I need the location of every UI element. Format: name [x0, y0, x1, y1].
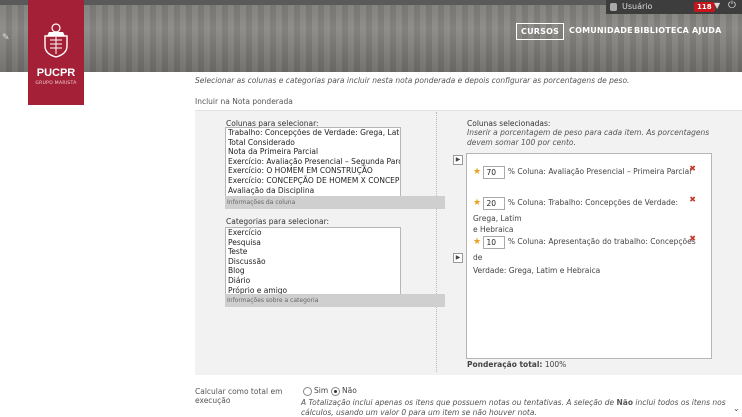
category-option[interactable]: Teste — [226, 247, 400, 257]
user-name[interactable]: Usuário — [622, 2, 652, 11]
selected-item-name-cont: Verdade: Grega, Latim e Hebraica — [473, 266, 601, 275]
columns-listbox[interactable]: Trabalho: Concepções de Verdade: Grega, … — [225, 127, 401, 197]
selected-columns-hint: Inserir a porcentagem de peso para cada … — [467, 128, 710, 147]
category-option[interactable]: Diário — [226, 276, 400, 286]
nav-cursos[interactable]: CURSOS — [516, 23, 565, 40]
selected-item-label: % Coluna: — [507, 237, 546, 246]
selected-item: ★ 10 % Coluna: Apresentação do trabalho:… — [473, 234, 703, 277]
column-option[interactable]: Exercício: Avaliação Presencial – Segund… — [226, 157, 400, 167]
logo-text: PUCPR — [36, 67, 76, 79]
total-label: Ponderação total: — [467, 360, 543, 369]
running-total-label: Calcular como total em execução — [195, 387, 283, 405]
logo-subtext: GRUPO MARISTA — [35, 81, 77, 86]
column-option[interactable]: Total Considerado — [226, 138, 400, 148]
categories-listbox[interactable]: Exercício Pesquisa Teste Discussão Blog … — [225, 227, 401, 296]
chevron-down-icon[interactable]: ⌄ — [733, 404, 740, 413]
columns-info-bar: Informações da coluna — [225, 196, 445, 209]
radio-sim-label: Sim — [314, 386, 329, 395]
user-bar[interactable]: Usuário 118 ▼ ⏻ — [606, 0, 742, 14]
add-category-button[interactable]: ▶ — [453, 253, 463, 263]
total-weighting: Ponderação total: 100% — [467, 360, 566, 369]
add-column-button[interactable]: ▶ — [453, 155, 463, 165]
percent-input[interactable]: 70 — [483, 165, 506, 179]
user-icon — [610, 3, 617, 11]
categories-info-bar: Informações sobre a categoria — [225, 294, 445, 307]
remove-icon[interactable]: ✖ — [689, 161, 696, 177]
edit-icon[interactable]: ✎ — [2, 33, 10, 43]
selected-columns-box: ★ 70 % Coluna: Avaliação Presencial – Pr… — [466, 153, 712, 359]
selected-item-label: % Coluna: — [507, 167, 546, 176]
column-option[interactable]: Exercício: O HOMEM EM CONSTRUÇÃO — [226, 166, 400, 176]
percent-input[interactable]: 20 — [483, 196, 506, 210]
column-option[interactable]: Trabalho: Concepções de Verdade: Grega, … — [226, 128, 400, 138]
nav-biblioteca[interactable]: BIBLIOTECA — [634, 26, 689, 35]
nav-comunidade[interactable]: COMUNIDADE — [569, 26, 633, 35]
intro-text: Selecionar as colunas e categorias para … — [195, 76, 630, 85]
running-total-help: A Totalização inclui apenas os itens que… — [301, 398, 742, 417]
category-option[interactable]: Discussão — [226, 257, 400, 267]
total-value: 100% — [544, 360, 567, 369]
selected-item-name: Apresentação do trabalho: Concepções de — [473, 237, 696, 262]
column-option[interactable]: Avaliação da Disciplina — [226, 186, 400, 196]
remove-icon[interactable]: ✖ — [689, 231, 696, 247]
column-option[interactable]: Nota da Primeira Parcial — [226, 147, 400, 157]
categories-label: Categorias para selecionar: — [226, 217, 330, 226]
remove-icon[interactable]: ✖ — [689, 192, 696, 208]
star-icon: ★ — [473, 237, 482, 247]
category-option[interactable]: Pesquisa — [226, 238, 400, 248]
selected-item-label: % Coluna: — [507, 198, 546, 207]
power-icon[interactable]: ⏻ — [728, 0, 736, 11]
category-option[interactable]: Blog — [226, 266, 400, 276]
pucpr-logo[interactable]: PUCPR GRUPO MARISTA — [28, 0, 84, 105]
selected-item-name: Avaliação Presencial – Primeira Parcial — [548, 167, 692, 176]
site-header: Usuário 118 ▼ ⏻ CURSOS COMUNIDADE BIBLIO… — [0, 0, 742, 72]
help-text-1: A Totalização inclui apenas os itens que… — [301, 398, 615, 407]
notification-badge[interactable]: 118 — [694, 2, 715, 12]
help-text-bold: Não — [616, 398, 634, 407]
nav-ajuda[interactable]: AJUDA — [692, 26, 722, 35]
star-icon: ★ — [473, 198, 482, 208]
column-option[interactable]: Exercício: CONCEPÇÃO DE HOMEM X CONCEPÇÃ… — [226, 176, 400, 186]
selected-item: ★ 70 % Coluna: Avaliação Presencial – Pr… — [473, 164, 703, 180]
selected-columns-title: Colunas selecionadas: — [467, 119, 551, 128]
selected-item: ★ 20 % Coluna: Trabalho: Concepções de V… — [473, 195, 703, 235]
panel-divider — [436, 112, 437, 372]
star-icon: ★ — [473, 167, 482, 177]
radio-nao[interactable] — [331, 387, 340, 396]
radio-nao-label: Não — [342, 386, 357, 395]
radio-sim[interactable] — [303, 387, 312, 396]
section-label: Incluir na Nota ponderada — [195, 97, 293, 106]
percent-input[interactable]: 10 — [483, 235, 506, 249]
category-option[interactable]: Exercício — [226, 228, 400, 238]
crest-icon — [44, 23, 68, 58]
chevron-down-icon[interactable]: ▼ — [714, 1, 720, 10]
